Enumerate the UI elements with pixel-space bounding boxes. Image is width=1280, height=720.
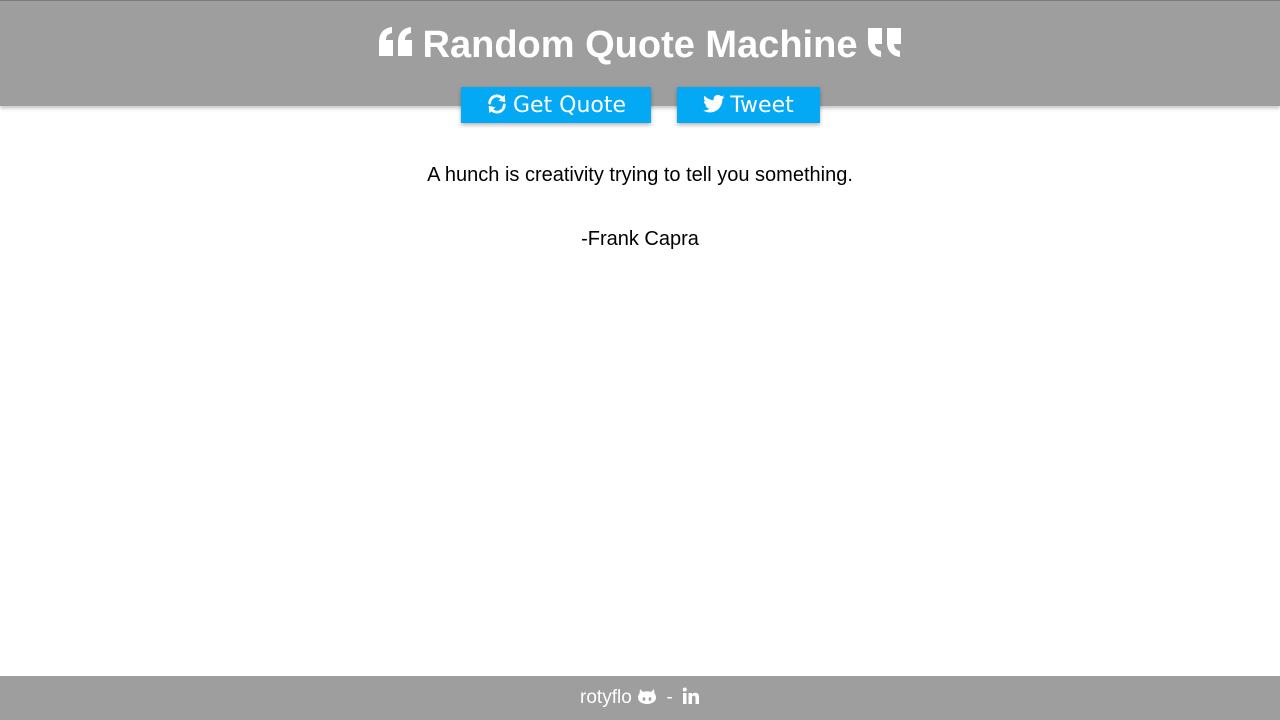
quote-author: -Frank Capra [581,228,699,250]
page-title: Random Quote Machine [422,24,858,66]
refresh-icon [488,94,506,114]
page-title-wrapper: Random Quote Machine [0,21,1280,69]
get-quote-button[interactable]: Get Quote [461,87,651,123]
get-quote-label: Get Quote [512,93,627,118]
twitter-icon [703,94,725,113]
linkedin-icon[interactable] [682,687,700,705]
quote-left-icon [378,26,412,56]
tweet-button[interactable]: Tweet [677,87,820,123]
author-link[interactable]: rotyflo [580,687,632,708]
github-icon[interactable] [637,687,657,705]
quote-text: A hunch is creativity trying to tell you… [427,164,853,186]
footer-separator: - [666,687,673,708]
tweet-label: Tweet [730,93,794,118]
footer-bar: rotyflo - [0,676,1280,720]
quote-right-icon [868,27,902,57]
